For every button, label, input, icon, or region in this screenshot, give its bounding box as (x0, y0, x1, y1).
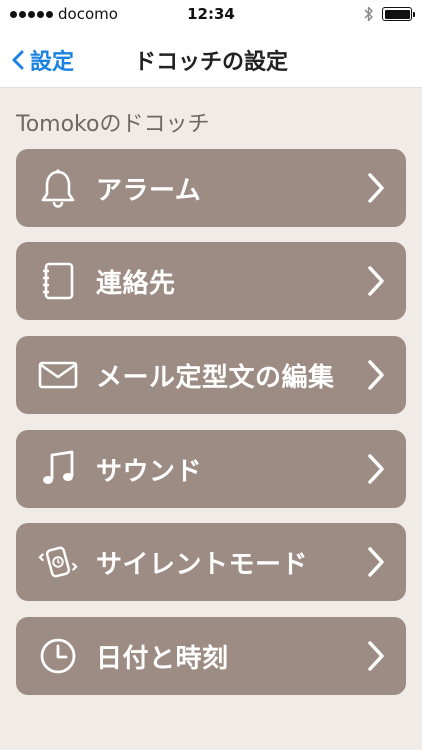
bell-icon (38, 168, 78, 208)
menu-item-contacts[interactable]: 連絡先 (16, 242, 406, 320)
page-title: ドコッチの設定 (133, 50, 288, 75)
envelope-icon (38, 355, 78, 395)
menu-item-label: アラーム (96, 175, 202, 206)
menu-item-date-time[interactable]: 日付と時刻 (16, 617, 406, 695)
battery-icon (382, 7, 415, 21)
status-right (364, 6, 415, 22)
bluetooth-icon (364, 6, 373, 22)
status-bar: docomo 12:34 (0, 0, 422, 28)
navigation-bar: 設定 ドコッチの設定 (0, 28, 422, 88)
menu-item-silent-mode[interactable]: サイレントモード (16, 523, 406, 601)
chevron-right-icon (364, 357, 388, 393)
chevron-right-icon (364, 263, 388, 299)
clock-icon (38, 636, 78, 676)
menu-item-label: サウンド (96, 456, 203, 487)
chevron-right-icon (364, 638, 388, 674)
silent-vibrate-icon (38, 542, 78, 582)
menu-item-label: サイレントモード (96, 549, 309, 580)
menu-item-alarm[interactable]: アラーム (16, 149, 406, 227)
status-time: 12:34 (187, 5, 235, 23)
section-header: Tomokoのドコッチ (16, 112, 210, 137)
menu-item-label: 日付と時刻 (96, 643, 229, 674)
chevron-right-icon (364, 544, 388, 580)
chevron-right-icon (364, 170, 388, 206)
menu-item-label: 連絡先 (96, 268, 176, 299)
menu-item-label: メール定型文の編集 (96, 362, 335, 393)
chevron-right-icon (364, 451, 388, 487)
menu-item-mail-templates[interactable]: メール定型文の編集 (16, 336, 406, 414)
menu-item-sound[interactable]: サウンド (16, 430, 406, 508)
address-book-icon (38, 261, 78, 301)
music-note-icon (38, 449, 78, 489)
